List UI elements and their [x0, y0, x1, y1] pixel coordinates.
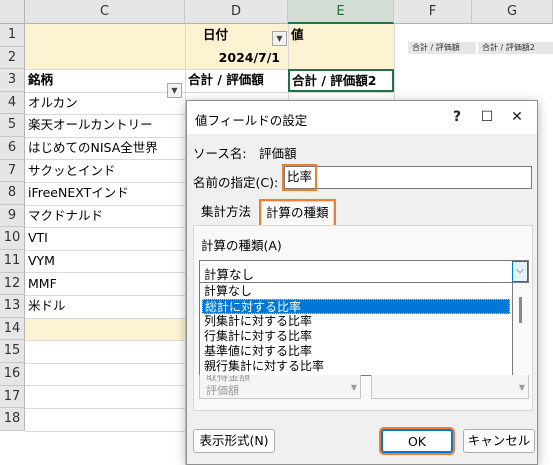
cell-name[interactable]: 米ドル	[25, 295, 185, 318]
close-icon[interactable]: ✕	[502, 101, 532, 134]
name-label: 名前の指定(C):	[193, 175, 279, 190]
cell-name[interactable]: VYM	[25, 250, 185, 273]
base-field-list[interactable]: 取得金額 評価額 ▼	[199, 375, 361, 399]
pivot-row14-band	[25, 317, 185, 341]
cell-name[interactable]: オルカン	[25, 92, 185, 115]
value-field-settings-dialog: 値フィールドの設定 ? ☐ ✕ ソース名: 評価額 名前の指定(C): 比率 集…	[186, 100, 538, 465]
list-item[interactable]: 基準値に対する比率	[202, 344, 510, 359]
mini-header-1: 合計 / 評価額	[408, 42, 476, 54]
cell-name[interactable]: MMF	[25, 273, 185, 296]
cell-e3-active[interactable]: 合計 / 評価額2	[288, 69, 394, 92]
row-header-9[interactable]: 9	[0, 204, 25, 228]
list-item[interactable]: 親行集計に対する比率	[202, 359, 510, 374]
cell-name[interactable]: はじめてのNISA全世界	[25, 137, 185, 160]
calc-type-label: 計算の種類(A)	[201, 238, 282, 253]
column-header-c[interactable]: C	[25, 0, 185, 24]
help-icon[interactable]: ?	[442, 101, 472, 134]
cell-c3[interactable]: 銘柄	[25, 69, 165, 92]
calc-type-selected: 計算なし	[204, 267, 255, 282]
custom-name-input[interactable]	[284, 166, 532, 189]
cell-name[interactable]: マクドナルド	[25, 205, 185, 228]
number-format-button[interactable]: 表示形式(N)	[193, 429, 275, 453]
chevron-down-icon[interactable]: ⌵	[512, 261, 528, 282]
row-header-2[interactable]: 2	[0, 46, 25, 70]
row-header-15[interactable]: 15	[0, 340, 25, 363]
row-header-16[interactable]: 16	[0, 363, 25, 386]
row-header-17[interactable]: 17	[0, 385, 25, 409]
custom-name-value: 比率	[281, 164, 318, 191]
list-item[interactable]: 計算なし	[202, 284, 510, 299]
list-item[interactable]: 行集計に対する比率	[202, 329, 510, 344]
source-label: ソース名:	[193, 146, 247, 161]
cell-d2[interactable]: 2024/7/1	[196, 47, 286, 70]
ok-button[interactable]: OK	[379, 427, 455, 455]
row-header-5[interactable]: 5	[0, 114, 25, 137]
row-header-12[interactable]: 12	[0, 272, 25, 296]
tab-summarize[interactable]: 集計方法	[197, 201, 255, 225]
row-header-7[interactable]: 7	[0, 159, 25, 183]
column-header-e[interactable]: E	[288, 0, 394, 24]
column-header-g[interactable]: G	[472, 0, 553, 24]
cell-e1[interactable]: 値	[288, 24, 388, 47]
calc-type-select[interactable]: 計算なし ⌵	[199, 260, 529, 283]
cell-name[interactable]: VTI	[25, 227, 185, 250]
maximize-icon[interactable]: ☐	[472, 101, 502, 134]
cell-name[interactable]: iFreeNEXTインド	[25, 182, 185, 205]
cell-d3[interactable]: 合計 / 評価額	[185, 69, 288, 92]
row-header-3[interactable]: 3	[0, 69, 25, 92]
cell-d1[interactable]: 日付	[200, 24, 270, 47]
column-header-f[interactable]: F	[394, 0, 472, 24]
row-header-18[interactable]: 18	[0, 408, 25, 431]
base-item-list[interactable]: ▼	[371, 375, 529, 399]
tab-show-values-as[interactable]: 計算の種類	[259, 199, 336, 227]
cell-name[interactable]: サクッとインド	[25, 160, 185, 183]
select-all-corner[interactable]	[0, 0, 25, 24]
row-header-8[interactable]: 8	[0, 182, 25, 205]
filter-icon[interactable]: ▼	[272, 31, 287, 46]
row-header-4[interactable]: 4	[0, 91, 25, 115]
scroll-down-icon[interactable]: ▼	[351, 383, 357, 392]
scroll-down-icon[interactable]: ▼	[519, 383, 525, 392]
list-item-selected[interactable]: 総計に対する比率	[202, 299, 510, 314]
list-scrollbar[interactable]	[519, 297, 522, 323]
calc-type-dropdown-list[interactable]: 計算なし 総計に対する比率 列集計に対する比率 行集計に対する比率 基準値に対す…	[199, 282, 513, 376]
list-item[interactable]: 列集計に対する比率	[202, 314, 510, 329]
cell-name[interactable]: 楽天オールカントリー	[25, 114, 185, 137]
row-header-10[interactable]: 10	[0, 227, 25, 250]
row-header-14[interactable]: 14	[0, 317, 25, 341]
dialog-title: 値フィールドの設定	[195, 113, 308, 128]
dialog-titlebar[interactable]: 値フィールドの設定 ? ☐ ✕	[187, 101, 537, 134]
row-header-1[interactable]: 1	[0, 24, 25, 47]
row-header-11[interactable]: 11	[0, 250, 25, 273]
row-header-13[interactable]: 13	[0, 295, 25, 318]
mini-header-2: 合計 / 評価額2	[478, 42, 553, 54]
base-field-item: 評価額	[206, 384, 239, 397]
source-value: 評価額	[259, 146, 297, 161]
column-header-d[interactable]: D	[185, 0, 288, 24]
row-header-6[interactable]: 6	[0, 137, 25, 160]
cancel-button[interactable]: キャンセル	[463, 429, 535, 453]
